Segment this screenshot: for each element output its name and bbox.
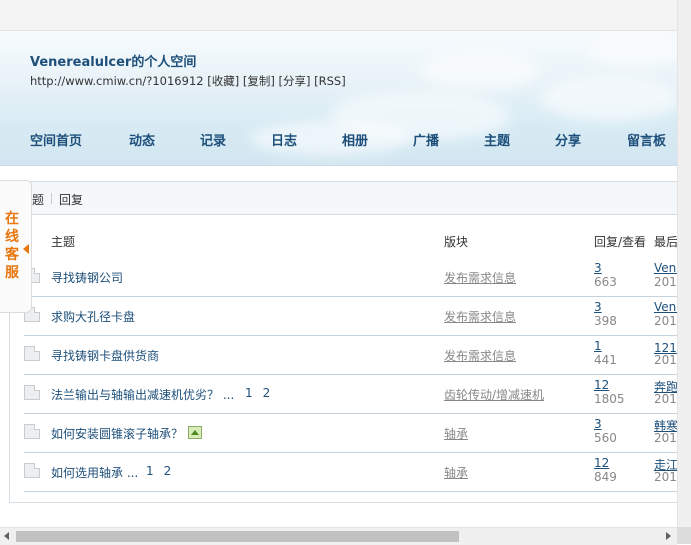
table-row: 如何安装圆锥滚子轴承？ 轴承 3 560 韩寒 2016 [24, 413, 677, 453]
view-count: 441 [594, 353, 617, 367]
last-post-date: 2016 [654, 392, 677, 406]
thread-folder-icon [24, 346, 40, 361]
share-link[interactable]: [分享] [279, 74, 311, 88]
thread-pages: 12 [146, 464, 181, 478]
page: Venerealulcer的个人空间 http://www.cmiw.cn/?1… [0, 0, 677, 527]
space-header: Venerealulcer的个人空间 http://www.cmiw.cn/?1… [0, 31, 677, 166]
nav-blog[interactable]: 日志 [271, 130, 297, 149]
copy-link[interactable]: [复制] [243, 74, 275, 88]
thread-list-panel: 题 回复 主题 版块 回复/查看 最后 寻找铸钢公司 发布需求信息 3 663 … [9, 181, 677, 503]
thread-title-link[interactable]: 寻找铸钢公司 [51, 269, 123, 286]
table-row: 求购大孔径卡盘 发布需求信息 3 398 Vene 2016 [24, 296, 677, 336]
reply-count[interactable]: 3 [594, 261, 602, 275]
reply-count[interactable]: 12 [594, 378, 609, 392]
view-count: 1805 [594, 392, 625, 406]
nav-album[interactable]: 相册 [342, 130, 368, 149]
last-poster-link[interactable]: Vene [654, 261, 677, 275]
thread-folder-icon [24, 385, 40, 400]
forum-link[interactable]: 轴承 [444, 425, 468, 442]
thread-title-link[interactable]: 如何选用轴承 ... [51, 464, 138, 481]
thread-tabs: 题 回复 [10, 182, 677, 215]
nav-threads[interactable]: 主题 [484, 130, 510, 149]
scroll-left-arrow-icon[interactable] [4, 532, 9, 540]
space-title: Venerealulcer的个人空间 [30, 55, 197, 70]
thread-title-link[interactable]: 如何安装圆锥滚子轴承？ [51, 425, 183, 442]
header-last-post: 最后 [654, 235, 677, 249]
page-link-1[interactable]: 1 [245, 386, 253, 400]
nav-share[interactable]: 分享 [555, 130, 581, 149]
table-row: 如何选用轴承 ... 12 轴承 12 849 走江 2017 [24, 452, 677, 492]
forum-link[interactable]: 发布需求信息 [444, 347, 516, 364]
nav-guestbook[interactable]: 留言板 [627, 130, 666, 149]
tab-divider [51, 193, 52, 204]
scrollbar-corner [677, 527, 691, 544]
view-count: 398 [594, 314, 617, 328]
thread-title-link[interactable]: 寻找铸钢卡盘供货商 [51, 347, 159, 364]
space-url-link[interactable]: http://www.cmiw.cn/?1016912 [30, 74, 204, 88]
view-count: 663 [594, 275, 617, 289]
last-post-date: 2016 [654, 275, 677, 289]
rss-link[interactable]: [RSS] [314, 74, 346, 88]
header-reply-view: 回复/查看 [594, 235, 647, 249]
top-bar [0, 0, 677, 31]
page-link-2[interactable]: 2 [164, 464, 172, 478]
view-count: 849 [594, 470, 617, 484]
thread-pages: 12 [245, 386, 280, 400]
scroll-right-arrow-icon[interactable] [666, 532, 671, 540]
horizontal-scrollbar[interactable] [0, 527, 677, 545]
nav-feed[interactable]: 动态 [129, 130, 155, 149]
thread-title-link[interactable]: 法兰输出与轴输出减速机优劣？ ... [51, 386, 234, 403]
online-service-tab[interactable]: 在线客服 [0, 180, 32, 313]
view-count: 560 [594, 431, 617, 445]
forum-link[interactable]: 轴承 [444, 464, 468, 481]
favorite-link[interactable]: [收藏] [207, 74, 239, 88]
reply-count[interactable]: 12 [594, 456, 609, 470]
forum-link[interactable]: 发布需求信息 [444, 269, 516, 286]
reply-count[interactable]: 1 [594, 339, 602, 353]
header-subject: 主题 [51, 235, 76, 249]
nav-home[interactable]: 空间首页 [30, 130, 82, 149]
forum-link[interactable]: 发布需求信息 [444, 308, 516, 325]
thread-folder-icon [24, 424, 40, 439]
tab-replies[interactable]: 回复 [59, 191, 83, 208]
page-link-2[interactable]: 2 [263, 386, 271, 400]
tab-threads[interactable]: 题 [32, 191, 44, 208]
header-forum: 版块 [444, 235, 469, 249]
last-post-date: 2016 [654, 431, 677, 445]
nav-record[interactable]: 记录 [200, 130, 226, 149]
page-link-1[interactable]: 1 [146, 464, 154, 478]
reply-count[interactable]: 3 [594, 417, 602, 431]
table-row: 寻找铸钢卡盘供货商 发布需求信息 1 441 121手 2016 [24, 335, 677, 375]
last-post-date: 2016 [654, 314, 677, 328]
last-poster-link[interactable]: Vene [654, 300, 677, 314]
arrow-left-icon [23, 244, 29, 254]
image-attachment-icon [188, 426, 202, 439]
forum-link[interactable]: 齿轮传动/增减速机 [444, 386, 544, 403]
thread-title-link[interactable]: 求购大孔径卡盘 [51, 308, 135, 325]
online-service-label: 在线客服 [5, 211, 19, 281]
scrollbar-thumb[interactable] [16, 531, 459, 542]
last-post-date: 2016 [654, 353, 677, 367]
last-post-date: 2017 [654, 470, 677, 484]
table-row: 法兰输出与轴输出减速机优劣？ ... 12 齿轮传动/增减速机 12 1805 … [24, 374, 677, 414]
reply-count[interactable]: 3 [594, 300, 602, 314]
thread-folder-icon [24, 463, 40, 478]
vertical-scrollbar[interactable] [677, 0, 691, 527]
space-url-line: http://www.cmiw.cn/?1016912 [收藏] [复制] [分… [30, 73, 346, 89]
table-row: 寻找铸钢公司 发布需求信息 3 663 Vene 2016 [24, 257, 677, 297]
nav-broadcast[interactable]: 广播 [413, 130, 439, 149]
